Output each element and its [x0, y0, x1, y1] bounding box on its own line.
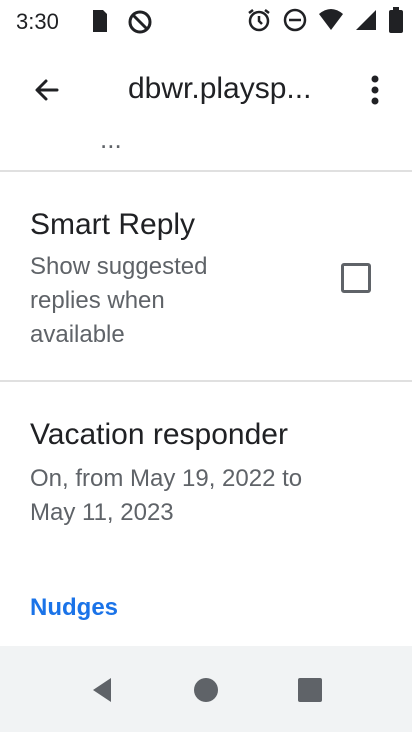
- battery-icon: [388, 6, 404, 38]
- smart-reply-subtitle-line: Show suggested: [30, 253, 208, 280]
- settings-list[interactable]: ... Smart Reply Show suggested replies w…: [0, 136, 412, 646]
- smart-reply-setting[interactable]: Smart Reply Show suggested replies when …: [0, 172, 412, 380]
- vacation-responder-subtitle: On, from May 19, 2022 to May 11, 2023: [30, 462, 302, 530]
- section-header-nudges: Nudges: [30, 594, 119, 621]
- more-options-button[interactable]: [360, 72, 390, 112]
- app-bar: dbwr.playsp...: [0, 44, 412, 136]
- nav-home-button[interactable]: [186, 672, 226, 712]
- status-time: 3:30: [16, 9, 59, 34]
- nav-recents-button[interactable]: [290, 672, 330, 712]
- alarm-icon: [246, 7, 272, 38]
- vacation-responder-title: Vacation responder: [30, 418, 288, 451]
- status-bar: 3:30: [0, 0, 412, 44]
- vacation-responder-subtitle-line: May 11, 2023: [30, 499, 174, 526]
- page-title: dbwr.playsp...: [128, 72, 312, 105]
- smart-reply-subtitle-line: available: [30, 321, 125, 348]
- clipped-setting-text: ...: [100, 136, 122, 154]
- smart-reply-checkbox[interactable]: [341, 263, 371, 293]
- do-not-disturb-icon: [282, 7, 308, 38]
- more-vert-icon: [371, 75, 379, 110]
- smart-reply-title: Smart Reply: [30, 208, 196, 241]
- navigation-bar: [0, 646, 412, 732]
- vacation-responder-setting[interactable]: Vacation responder On, from May 19, 2022…: [0, 382, 412, 562]
- recents-square-icon: [297, 677, 323, 708]
- nav-back-button[interactable]: [82, 672, 122, 712]
- smart-reply-subtitle-line: replies when: [30, 287, 165, 314]
- sync-disabled-icon: [126, 8, 154, 41]
- arrow-back-icon: [31, 75, 61, 110]
- sd-card-icon: [89, 8, 109, 39]
- back-triangle-icon: [89, 676, 115, 709]
- back-button[interactable]: [26, 72, 66, 112]
- wifi-icon: [318, 8, 344, 37]
- vacation-responder-subtitle-line: On, from May 19, 2022 to: [30, 465, 303, 492]
- signal-icon: [354, 8, 378, 37]
- smart-reply-subtitle: Show suggested replies when available: [30, 250, 207, 352]
- home-circle-icon: [193, 677, 219, 708]
